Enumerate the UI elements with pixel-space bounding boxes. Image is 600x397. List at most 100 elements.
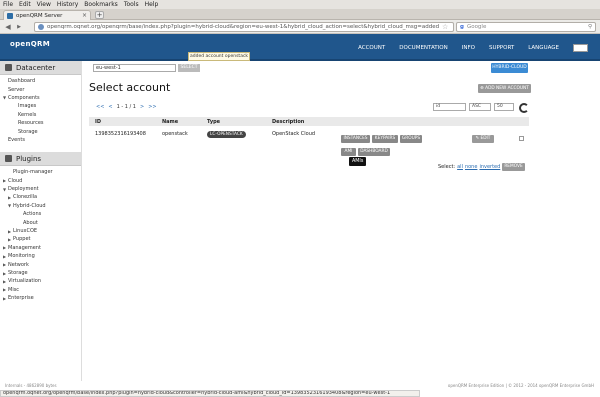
plugins-item-label: Hybrid-Cloud	[13, 202, 46, 209]
type-badge: LC-OPENSTACK	[207, 131, 246, 138]
plugins-item[interactable]: About	[0, 218, 81, 226]
pager-prev[interactable]: <	[108, 104, 112, 110]
pager-first[interactable]: <<	[96, 104, 104, 110]
plugins-item-label: Misc	[8, 286, 20, 293]
plugins-item[interactable]: Actions	[0, 210, 81, 218]
select-region-button[interactable]: SELECT	[178, 64, 200, 72]
keypairs-button[interactable]: KEYPAIRS	[372, 135, 398, 143]
search-bar[interactable]: g Google ⚲	[456, 22, 596, 32]
plugins-menu: Plugin-manager ▶ Cloud ▼ Deployment ▶ Clonezil…	[0, 166, 81, 302]
back-icon[interactable]: ◀	[3, 22, 13, 32]
pager-next[interactable]: >	[140, 104, 144, 110]
plugins-item-label: Plugin-manager	[13, 169, 53, 176]
language-label: LANGUAGE	[528, 45, 559, 51]
edit-button[interactable]: ✎ EDIT	[472, 135, 494, 143]
site-identity-icon[interactable]	[38, 24, 44, 30]
menu-tools[interactable]: Tools	[124, 1, 139, 8]
plugins-header[interactable]: Plugins	[0, 152, 81, 167]
plugins-item-label: Clonezilla	[13, 194, 38, 201]
select-all-link[interactable]: all	[457, 164, 463, 170]
pager-current: 1 - 1 / 1	[116, 104, 136, 110]
menu-edit[interactable]: Edit	[19, 1, 31, 8]
nav-info[interactable]: INFO	[462, 45, 475, 51]
tab-title: openQRM Server	[16, 12, 63, 19]
nav-support[interactable]: SUPPORT	[489, 45, 514, 51]
forward-icon[interactable]: ▶	[14, 22, 24, 32]
datacenter-item[interactable]: ▼ Components	[0, 94, 81, 102]
datacenter-item[interactable]: Events	[0, 136, 81, 144]
datacenter-item[interactable]: Resources	[0, 119, 81, 127]
browser-tab[interactable]: openQRM Server ×	[3, 10, 91, 20]
google-icon[interactable]: g	[460, 24, 464, 30]
row-checkbox[interactable]	[519, 136, 524, 141]
col-name[interactable]: Name	[162, 119, 178, 125]
col-description[interactable]: Description	[272, 119, 304, 125]
datacenter-item[interactable]: Storage	[0, 127, 81, 135]
add-account-button[interactable]: ⊕ ADD NEW ACCOUNT	[478, 84, 531, 93]
nav-account[interactable]: ACCOUNT	[358, 45, 385, 51]
plugins-item[interactable]: Plugin-manager	[0, 168, 81, 176]
top-nav: ACCOUNT DOCUMENTATION INFO SUPPORT LANGU…	[358, 44, 588, 52]
datacenter-item[interactable]: Images	[0, 102, 81, 110]
plugins-item-label: Management	[8, 244, 41, 251]
menu-bookmarks[interactable]: Bookmarks	[84, 1, 118, 8]
logo-text: openQRM	[10, 40, 50, 48]
menu-history[interactable]: History	[57, 1, 78, 8]
region-select[interactable]: eu-west-1	[93, 64, 176, 72]
plugins-item[interactable]: ▶ Enterprise	[0, 294, 81, 302]
favicon-icon	[7, 12, 13, 19]
plugins-item[interactable]: ▶ Misc	[0, 286, 81, 294]
language-select[interactable]: en	[573, 44, 588, 52]
plugins-item[interactable]: ▶ Monitoring	[0, 252, 81, 260]
bookmark-star-icon[interactable]: ☆	[442, 22, 448, 32]
cell-name: openstack	[162, 131, 188, 137]
bulk-select: Select: all none inverted	[438, 164, 500, 170]
plugins-item-label: Puppet	[13, 236, 31, 243]
plugins-item[interactable]: ▶ Clonezilla	[0, 193, 81, 201]
menu-file[interactable]: File	[3, 1, 13, 8]
remove-button[interactable]: REMOVE	[502, 163, 525, 171]
col-type[interactable]: Type	[207, 119, 220, 125]
nav-documentation[interactable]: DOCUMENTATION	[399, 45, 447, 51]
sidebar: Datacenter Dashboard Server ▼ Components Ima…	[0, 61, 82, 381]
close-tab-icon[interactable]: ×	[82, 12, 87, 19]
new-tab-button[interactable]: +	[95, 11, 104, 19]
select-label: Select:	[438, 164, 456, 170]
datacenter-item[interactable]: Kernels	[0, 111, 81, 119]
search-icon[interactable]: ⚲	[588, 24, 592, 30]
datacenter-item[interactable]: Server	[0, 85, 81, 93]
plugins-item[interactable]: ▼ Deployment	[0, 185, 81, 193]
plugins-item-label: Deployment	[8, 186, 39, 193]
ami-button[interactable]: AMI	[341, 148, 356, 156]
order-select[interactable]: ASC	[469, 103, 491, 111]
plugins-title: Plugins	[16, 154, 42, 163]
datacenter-header[interactable]: Datacenter	[0, 61, 81, 75]
select-none-link[interactable]: none	[465, 164, 477, 170]
plugins-item[interactable]: ▶ Network	[0, 260, 81, 268]
col-id[interactable]: ID	[95, 119, 101, 125]
sort-select[interactable]: id	[433, 103, 466, 111]
openqrm-logo[interactable]: openQRM	[10, 40, 50, 48]
instances-button[interactable]: INSTANCES	[341, 135, 370, 143]
datacenter-item-label: Dashboard	[8, 78, 36, 85]
limit-select[interactable]: 50	[494, 103, 514, 111]
dashboard-button[interactable]: DASHBOARD	[358, 148, 390, 156]
pager-last[interactable]: >>	[148, 104, 156, 110]
plugins-item[interactable]: ▼ Hybrid-Cloud	[0, 202, 81, 210]
plugins-item[interactable]: ▶ Storage	[0, 269, 81, 277]
plugins-item[interactable]: ▶ LinuxCOE	[0, 227, 81, 235]
refresh-icon[interactable]	[519, 103, 529, 113]
plugins-item[interactable]: ▶ Management	[0, 244, 81, 252]
plugins-item[interactable]: ▶ Cloud	[0, 177, 81, 185]
plugins-item[interactable]: ▶ Virtualization	[0, 277, 81, 285]
table-row: 1398352316193408 openstack LC-OPENSTACK …	[89, 126, 529, 166]
plugins-item[interactable]: ▶ Puppet	[0, 235, 81, 243]
search-placeholder: Google	[466, 24, 487, 30]
hybrid-cloud-button[interactable]: HYBRID-CLOUD	[491, 63, 528, 73]
url-bar[interactable]: openqrm.oqnet.org/openqrm/base/index.php…	[34, 22, 454, 32]
menu-help[interactable]: Help	[145, 1, 159, 8]
select-inverted-link[interactable]: inverted	[479, 164, 500, 170]
datacenter-item[interactable]: Dashboard	[0, 77, 81, 85]
groups-button[interactable]: GROUPS	[400, 135, 422, 143]
menu-view[interactable]: View	[37, 1, 51, 8]
